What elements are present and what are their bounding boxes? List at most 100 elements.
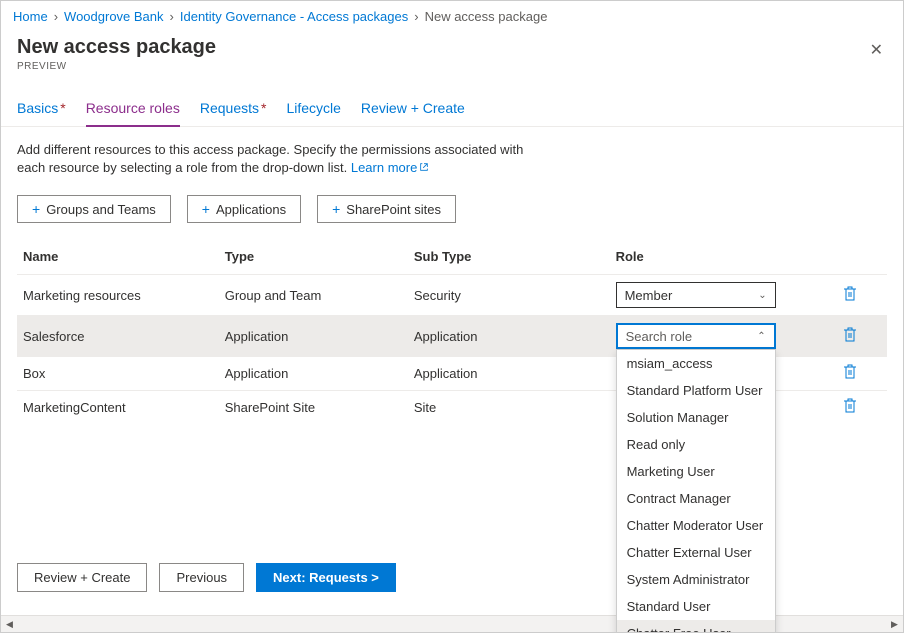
close-button[interactable]: ✕ (866, 36, 887, 64)
dropdown-option[interactable]: System Administrator (617, 566, 775, 593)
required-indicator: * (60, 100, 65, 116)
tab-lifecycle[interactable]: Lifecycle (286, 100, 340, 126)
cell-subtype: Security (408, 275, 610, 316)
trash-icon (843, 327, 857, 343)
tabs: Basics* Resource roles Requests* Lifecyc… (1, 80, 903, 127)
add-sharepoint-button[interactable]: + SharePoint sites (317, 195, 456, 223)
dropdown-option[interactable]: Solution Manager (617, 404, 775, 431)
cell-action (837, 357, 887, 391)
page-title: New access package (17, 36, 216, 59)
cell-action (837, 391, 887, 425)
resources-table: Name Type Sub Type Role Marketing resour… (17, 241, 887, 424)
trash-icon (843, 364, 857, 380)
tab-review-create[interactable]: Review + Create (361, 100, 465, 126)
cell-subtype: Application (408, 357, 610, 391)
tab-label: Basics (17, 100, 58, 116)
plus-icon: + (202, 201, 210, 217)
role-select[interactable]: Member ⌄ (616, 282, 776, 308)
required-indicator: * (261, 100, 266, 116)
cell-type: Application (219, 357, 408, 391)
breadcrumb-current: New access package (425, 9, 548, 24)
chevron-right-icon: › (412, 9, 420, 24)
cell-type: Application (219, 316, 408, 357)
add-resource-buttons: + Groups and Teams + Applications + Shar… (17, 195, 887, 223)
breadcrumb: Home › Woodgrove Bank › Identity Governa… (1, 1, 903, 32)
dropdown-option[interactable]: Contract Manager (617, 485, 775, 512)
delete-button[interactable] (843, 398, 857, 414)
add-groups-teams-button[interactable]: + Groups and Teams (17, 195, 171, 223)
learn-more-link[interactable]: Learn more (351, 160, 429, 175)
next-button[interactable]: Next: Requests > (256, 563, 396, 592)
column-header-role[interactable]: Role (610, 241, 837, 275)
description-text: Add different resources to this access p… (17, 141, 547, 177)
button-label: Applications (216, 202, 286, 217)
role-value: Member (625, 288, 673, 303)
table-row: Salesforce Application Application Searc… (17, 316, 887, 357)
previous-button[interactable]: Previous (159, 563, 244, 592)
cell-name: Marketing resources (17, 275, 219, 316)
column-header-action (837, 241, 887, 275)
cell-type: Group and Team (219, 275, 408, 316)
scroll-right-arrow-icon[interactable]: ▶ (886, 619, 903, 630)
tab-basics[interactable]: Basics* (17, 100, 66, 126)
dropdown-option[interactable]: Chatter External User (617, 539, 775, 566)
breadcrumb-home[interactable]: Home (13, 9, 48, 24)
delete-button[interactable] (843, 286, 857, 302)
table-row: Marketing resources Group and Team Secur… (17, 275, 887, 316)
role-dropdown: msiam_access Standard Platform User Solu… (616, 349, 776, 633)
close-icon: ✕ (870, 42, 883, 59)
page-root: Home › Woodgrove Bank › Identity Governa… (0, 0, 904, 633)
role-placeholder: Search role (626, 329, 692, 344)
cell-subtype: Site (408, 391, 610, 425)
dropdown-option[interactable]: Chatter Free User (617, 620, 775, 633)
add-applications-button[interactable]: + Applications (187, 195, 301, 223)
column-header-type[interactable]: Type (219, 241, 408, 275)
review-create-button[interactable]: Review + Create (17, 563, 147, 592)
chevron-right-icon: › (168, 9, 176, 24)
tab-label: Requests (200, 100, 259, 116)
plus-icon: + (32, 201, 40, 217)
dropdown-option[interactable]: Marketing User (617, 458, 775, 485)
dropdown-option[interactable]: Standard Platform User (617, 377, 775, 404)
tab-label: Review + Create (361, 100, 465, 116)
tab-requests[interactable]: Requests* (200, 100, 267, 126)
trash-icon (843, 398, 857, 414)
cell-action (837, 316, 887, 357)
preview-label: PREVIEW (17, 61, 216, 72)
chevron-right-icon: › (52, 9, 60, 24)
button-label: Groups and Teams (46, 202, 156, 217)
delete-button[interactable] (843, 364, 857, 380)
delete-button[interactable] (843, 327, 857, 343)
learn-more-label: Learn more (351, 160, 417, 175)
role-select[interactable]: Search role ⌃ (616, 323, 776, 349)
external-link-icon (419, 162, 429, 172)
column-header-name[interactable]: Name (17, 241, 219, 275)
dropdown-option[interactable]: msiam_access (617, 350, 775, 377)
trash-icon (843, 286, 857, 302)
breadcrumb-section[interactable]: Identity Governance - Access packages (180, 9, 408, 24)
content-area: Add different resources to this access p… (1, 127, 903, 438)
description-body: Add different resources to this access p… (17, 142, 523, 175)
cell-type: SharePoint Site (219, 391, 408, 425)
cell-action (837, 275, 887, 316)
scroll-left-arrow-icon[interactable]: ◀ (1, 619, 18, 630)
tab-resource-roles[interactable]: Resource roles (86, 100, 180, 127)
page-header: New access package PREVIEW ✕ (1, 32, 903, 80)
cell-name: MarketingContent (17, 391, 219, 425)
dropdown-option[interactable]: Read only (617, 431, 775, 458)
tab-label: Lifecycle (286, 100, 340, 116)
cell-subtype: Application (408, 316, 610, 357)
footer-buttons: Review + Create Previous Next: Requests … (17, 563, 396, 592)
column-header-subtype[interactable]: Sub Type (408, 241, 610, 275)
button-label: SharePoint sites (346, 202, 441, 217)
dropdown-option[interactable]: Chatter Moderator User (617, 512, 775, 539)
cell-name: Salesforce (17, 316, 219, 357)
cell-role: Member ⌄ (610, 275, 837, 316)
tab-label: Resource roles (86, 100, 180, 116)
chevron-down-icon: ⌄ (758, 290, 766, 301)
cell-name: Box (17, 357, 219, 391)
chevron-up-icon: ⌃ (757, 331, 765, 342)
plus-icon: + (332, 201, 340, 217)
breadcrumb-org[interactable]: Woodgrove Bank (64, 9, 164, 24)
dropdown-option[interactable]: Standard User (617, 593, 775, 620)
